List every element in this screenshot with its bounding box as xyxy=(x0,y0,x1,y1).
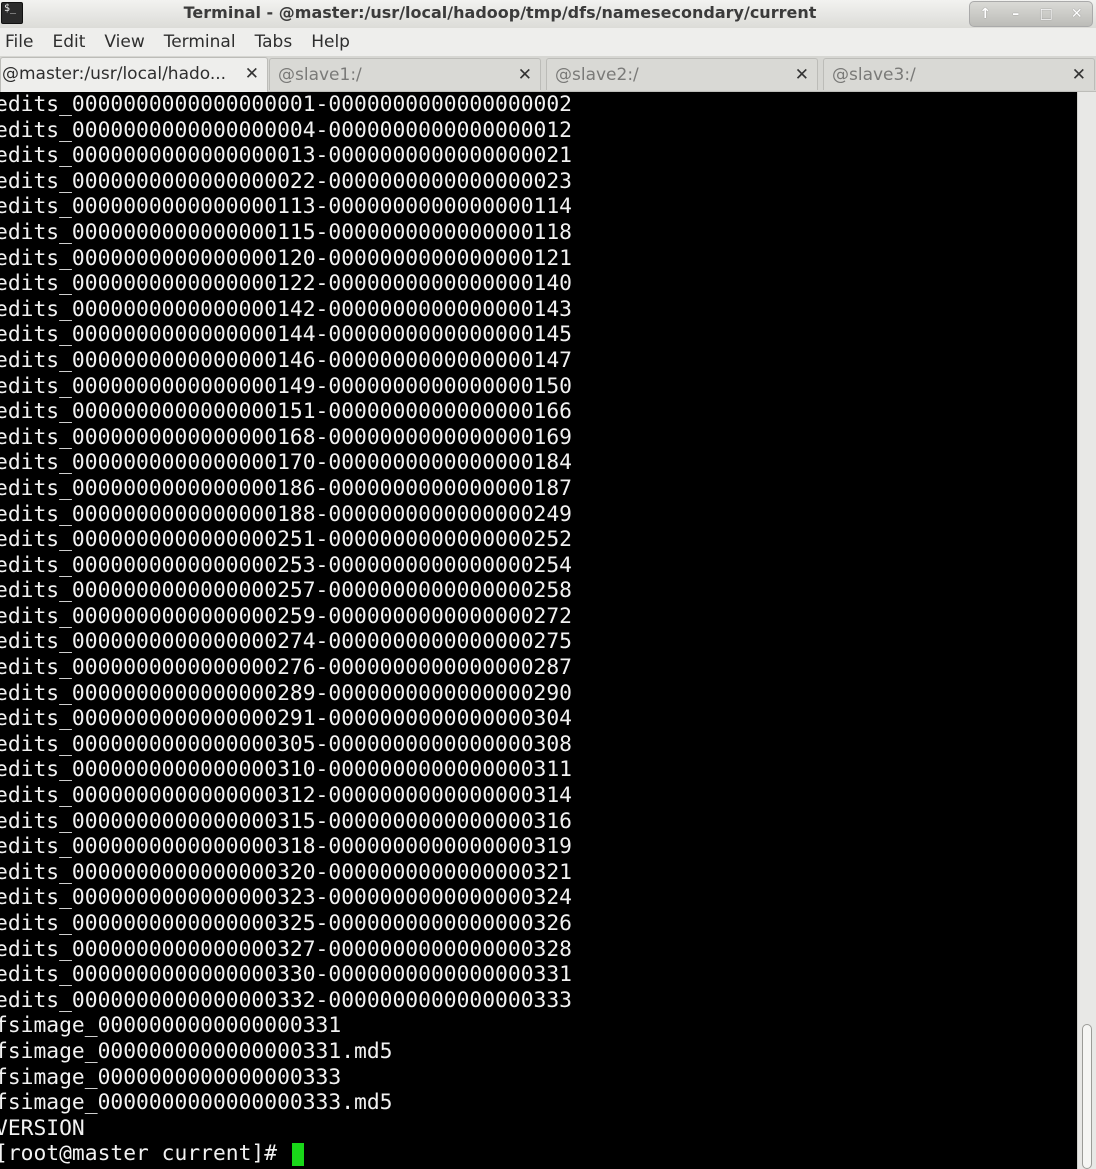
terminal-line: edits_0000000000000000113-00000000000000… xyxy=(0,194,572,220)
menu-tabs[interactable]: Tabs xyxy=(250,28,303,56)
terminal-line: edits_0000000000000000115-00000000000000… xyxy=(0,219,572,245)
terminal-line: edits_0000000000000000151-00000000000000… xyxy=(0,399,572,425)
menu-edit[interactable]: Edit xyxy=(47,28,95,56)
terminal-line: edits_0000000000000000013-00000000000000… xyxy=(0,143,572,169)
terminal-line: edits_0000000000000000144-00000000000000… xyxy=(0,322,572,348)
terminal-line: edits_0000000000000000325-00000000000000… xyxy=(0,911,572,936)
terminal-line: edits_0000000000000000251-00000000000000… xyxy=(0,527,572,553)
terminal-line: edits_0000000000000000142-00000000000000… xyxy=(0,296,572,322)
window-title: Terminal - @master:/usr/local/hadoop/tmp… xyxy=(183,3,817,22)
tab-slave3-label: @slave3:/ xyxy=(832,65,916,85)
tab-slave3-close-icon[interactable]: ✕ xyxy=(1072,59,1086,91)
tab-slave3[interactable]: @slave3:/ ✕ xyxy=(823,58,1095,90)
text-cursor xyxy=(291,1142,304,1166)
terminal-line: edits_0000000000000000001-00000000000000… xyxy=(0,92,572,117)
minimize-icon[interactable]: – xyxy=(1004,4,1028,24)
menu-bar: File Edit View Terminal Tabs Help xyxy=(0,28,1096,56)
terminal-line: edits_0000000000000000310-00000000000000… xyxy=(0,757,572,783)
terminal-line: edits_0000000000000000332-00000000000000… xyxy=(0,987,572,1013)
menu-terminal[interactable]: Terminal xyxy=(159,28,246,56)
menu-help[interactable]: Help xyxy=(306,28,360,56)
terminal-line: edits_0000000000000000022-00000000000000… xyxy=(0,168,572,194)
tab-master[interactable]: @master:/usr/local/hado... ✕ xyxy=(0,57,268,92)
terminal-line: edits_0000000000000000291-00000000000000… xyxy=(0,706,572,732)
terminal-line: fsimage_0000000000000000333 xyxy=(0,1064,342,1090)
terminal-line: edits_0000000000000000186-00000000000000… xyxy=(0,475,572,501)
tab-bar: @master:/usr/local/hado... ✕ @slave1:/ ✕… xyxy=(0,56,1096,92)
terminal-line: edits_0000000000000000320-00000000000000… xyxy=(0,859,572,885)
terminal-output[interactable]: edits_0000000000000000001-00000000000000… xyxy=(0,92,1077,1169)
terminal-line: edits_0000000000000000149-00000000000000… xyxy=(0,373,572,399)
terminal-line: edits_0000000000000000004-00000000000000… xyxy=(0,117,572,143)
terminal-line: fsimage_0000000000000000333.md5 xyxy=(0,1090,393,1116)
terminal-line: edits_0000000000000000257-00000000000000… xyxy=(0,578,572,604)
terminal-line: edits_0000000000000000330-00000000000000… xyxy=(0,962,572,988)
terminal-line: edits_0000000000000000253-00000000000000… xyxy=(0,552,572,578)
terminal-line: edits_0000000000000000305-00000000000000… xyxy=(0,731,572,757)
title-bar[interactable]: $_ Terminal - @master:/usr/local/hadoop/… xyxy=(0,0,1096,29)
shade-window-icon[interactable]: ↑ xyxy=(973,4,997,24)
prompt-text: [root@master current]# xyxy=(0,1141,290,1167)
terminal-window: $_ Terminal - @master:/usr/local/hadoop/… xyxy=(0,0,1096,1169)
terminal-line: edits_0000000000000000315-00000000000000… xyxy=(0,808,572,834)
terminal-line: edits_0000000000000000312-00000000000000… xyxy=(0,783,572,809)
terminal-line: fsimage_0000000000000000331.md5 xyxy=(0,1038,393,1064)
terminal-line: edits_0000000000000000259-00000000000000… xyxy=(0,603,572,629)
prompt-line[interactable]: [root@master current]# xyxy=(0,1141,572,1167)
terminal-line: edits_0000000000000000146-00000000000000… xyxy=(0,347,572,373)
tab-slave2[interactable]: @slave2:/ ✕ xyxy=(546,58,818,90)
terminal-lines: edits_0000000000000000001-00000000000000… xyxy=(0,92,572,1167)
terminal-line: edits_0000000000000000289-00000000000000… xyxy=(0,680,572,706)
terminal-line: VERSION xyxy=(0,1115,85,1141)
tab-master-label: @master:/usr/local/hado... xyxy=(2,64,227,84)
terminal-line: fsimage_0000000000000000331 xyxy=(0,1013,342,1039)
tab-slave2-label: @slave2:/ xyxy=(555,65,639,85)
tab-slave1[interactable]: @slave1:/ ✕ xyxy=(269,58,541,90)
close-window-icon[interactable]: ✕ xyxy=(1065,4,1089,24)
tab-slave1-label: @slave1:/ xyxy=(278,65,362,85)
menu-file[interactable]: File xyxy=(0,28,43,56)
scrollbar-thumb[interactable] xyxy=(1082,1024,1092,1169)
menu-view[interactable]: View xyxy=(99,28,154,56)
terminal-line: edits_0000000000000000170-00000000000000… xyxy=(0,450,572,476)
terminal-line: edits_0000000000000000274-00000000000000… xyxy=(0,629,572,655)
terminal-line: edits_0000000000000000327-00000000000000… xyxy=(0,936,572,962)
window-controls: ↑ – □ ✕ xyxy=(969,1,1093,27)
terminal-line: edits_0000000000000000188-00000000000000… xyxy=(0,501,572,527)
terminal-line: edits_0000000000000000122-00000000000000… xyxy=(0,271,572,297)
terminal-line: edits_0000000000000000276-00000000000000… xyxy=(0,655,572,681)
tab-master-close-icon[interactable]: ✕ xyxy=(245,58,259,90)
terminal-line: edits_0000000000000000318-00000000000000… xyxy=(0,834,572,860)
maximize-icon[interactable]: □ xyxy=(1034,4,1058,24)
terminal-line: edits_0000000000000000120-00000000000000… xyxy=(0,245,572,271)
tab-slave1-close-icon[interactable]: ✕ xyxy=(518,59,532,91)
terminal-scrollbar[interactable] xyxy=(1077,92,1096,1169)
tab-slave2-close-icon[interactable]: ✕ xyxy=(795,59,809,91)
terminal-line: edits_0000000000000000323-00000000000000… xyxy=(0,885,572,911)
terminal-line: edits_0000000000000000168-00000000000000… xyxy=(0,424,572,450)
